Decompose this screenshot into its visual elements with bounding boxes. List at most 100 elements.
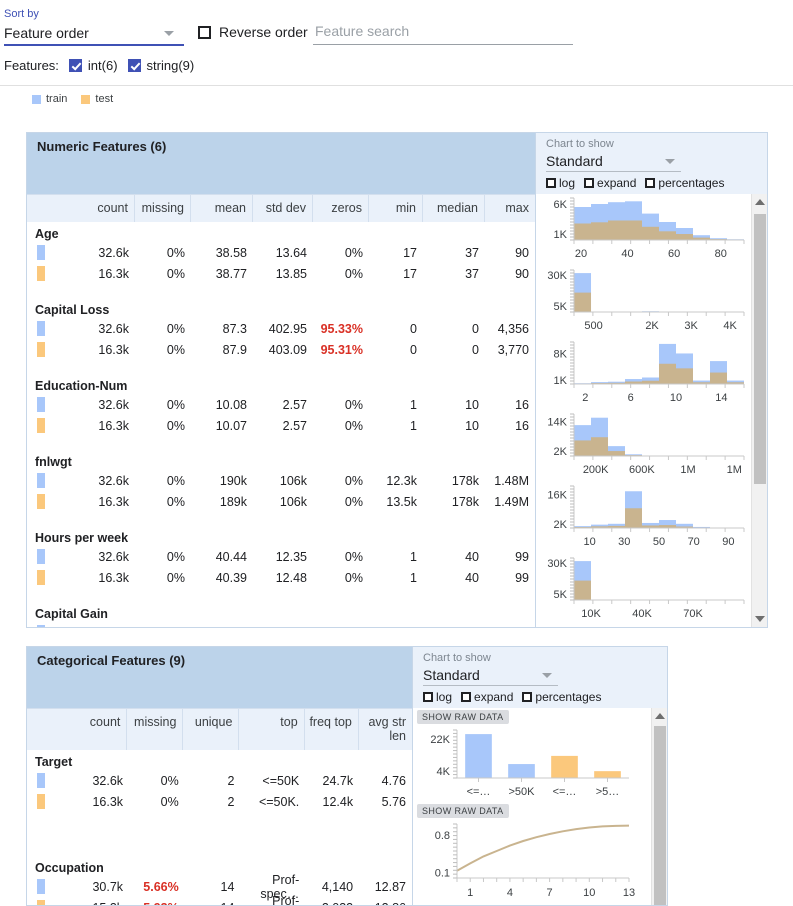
feature-search-field[interactable]: [313, 22, 573, 45]
svg-text:1M: 1M: [727, 464, 742, 476]
scroll-up-arrow-icon[interactable]: [655, 713, 665, 719]
scroll-up-arrow-icon[interactable]: [755, 199, 765, 205]
svg-text:2K: 2K: [645, 320, 659, 332]
cell-median: 10: [423, 419, 485, 433]
cell-min: 1: [369, 398, 423, 412]
numeric-vertical-scrollbar[interactable]: [751, 194, 767, 627]
cell-max: 16: [485, 419, 535, 433]
filter-int-checkbox[interactable]: [69, 59, 82, 72]
numeric-chart-select[interactable]: Standard: [546, 152, 681, 172]
table-row: 32.6k0%40.4412.350%14099: [27, 546, 535, 567]
cell-zeros: 0%: [313, 571, 369, 585]
cell-count: 32.6k: [55, 246, 135, 260]
numeric-col-max: max: [485, 195, 535, 222]
cell-mean: 189k: [191, 495, 253, 509]
numeric-col-std-dev: std dev: [253, 195, 313, 222]
categorical-vertical-scrollbar[interactable]: [651, 708, 667, 905]
filter-string[interactable]: string(9): [128, 58, 195, 73]
chart-target-cat[interactable]: 22K4K<=…>50K<=…>5…: [413, 724, 643, 802]
histogram-capital-loss[interactable]: 30K5K5002K3K4K: [536, 266, 752, 338]
cell-missing: 0%: [135, 398, 191, 412]
cell-count: 32.6k: [55, 626, 135, 628]
cell-min: 0: [369, 626, 423, 628]
svg-text:30K: 30K: [547, 270, 567, 282]
legend-swatch-test-icon: [81, 95, 90, 104]
svg-text:70: 70: [688, 536, 700, 548]
categorical-log-checkbox[interactable]: [423, 692, 433, 702]
histogram-education-num[interactable]: 8K1K261014: [536, 338, 752, 410]
reverse-order-control[interactable]: Reverse order: [198, 24, 308, 40]
svg-text:>5…: >5…: [596, 786, 620, 798]
chart-canvas[interactable]: 22K4K<=…>50K<=…>5…: [413, 724, 651, 802]
cell-mean: 38.77: [191, 267, 253, 281]
histogram-hours-per-week[interactable]: 16K2K1030507090: [536, 482, 752, 554]
chart-canvas[interactable]: 0.80.11471013: [413, 818, 651, 904]
search-input[interactable]: [313, 22, 573, 40]
table-row: 15.3k5.93%14Prof-spec…2,03212.86: [27, 897, 412, 905]
cell-zeros: 95.33%: [313, 322, 369, 336]
chart-occupation-cat[interactable]: 0.80.11471013: [413, 818, 643, 904]
cell-avglen: 12.86: [359, 901, 412, 906]
svg-text:1K: 1K: [554, 229, 568, 241]
row-spacer: [27, 812, 412, 856]
numeric-expand-checkbox[interactable]: [584, 178, 594, 188]
series-swatch-train: [27, 625, 55, 627]
reverse-order-checkbox[interactable]: [198, 26, 211, 39]
show-raw-data-button[interactable]: SHOW RAW DATA: [417, 804, 509, 818]
sort-by-control: Sort by Feature order: [4, 8, 184, 46]
categorical-expand-checkbox[interactable]: [461, 692, 471, 702]
scrollbar-thumb[interactable]: [754, 214, 766, 484]
categorical-col-unique: unique: [183, 709, 239, 750]
histogram-age[interactable]: 6K1K20406080: [536, 194, 752, 266]
svg-text:600K: 600K: [629, 464, 655, 476]
table-row: 16.3k0%189k106k0%13.5k178k1.49M: [27, 491, 535, 512]
numeric-percentages-checkbox[interactable]: [645, 178, 655, 188]
row-spacer: [27, 512, 535, 526]
categorical-chart-controls: Chart to show Standard log expand percen…: [412, 647, 667, 708]
cell-top: <=50K: [240, 774, 305, 788]
categorical-percentages-checkbox[interactable]: [522, 692, 532, 702]
sort-by-select[interactable]: Feature order: [4, 23, 184, 46]
cell-min: 17: [369, 267, 423, 281]
svg-text:8K: 8K: [554, 348, 568, 360]
svg-text:90: 90: [722, 536, 734, 548]
cell-freq: 12.4k: [305, 795, 359, 809]
cell-max: 3,770: [485, 343, 535, 357]
cell-missing: 0%: [135, 419, 191, 433]
cell-count: 32.6k: [55, 550, 135, 564]
cell-zeros: 95.31%: [313, 343, 369, 357]
cell-unique: 2: [185, 795, 241, 809]
series-swatch-train: [27, 549, 55, 564]
svg-text:0.8: 0.8: [435, 830, 450, 842]
filter-int[interactable]: int(6): [69, 58, 118, 73]
numeric-log-checkbox[interactable]: [546, 178, 556, 188]
cell-count: 15.3k: [55, 901, 129, 906]
cell-max: 1.49M: [485, 495, 535, 509]
legend-item-test: test: [81, 93, 113, 105]
categorical-chart-select[interactable]: Standard: [423, 666, 558, 686]
categorical-charts-scroll[interactable]: SHOW RAW DATA22K4K<=…>50K<=…>5…SHOW RAW …: [413, 708, 651, 905]
histogram-fnlwgt[interactable]: 14K2K200K600K1M1M: [536, 410, 752, 482]
numeric-histograms-scroll[interactable]: 6K1K2040608030K5K5002K3K4K8K1K26101414K2…: [536, 194, 751, 627]
categorical-log-label: log: [436, 690, 452, 704]
numeric-feature-name: Education-Num: [27, 374, 535, 394]
row-spacer: [27, 588, 535, 602]
cell-mean: 38.58: [191, 246, 253, 260]
cell-top: <=50K.: [240, 795, 305, 809]
scroll-down-arrow-icon[interactable]: [755, 616, 765, 622]
filter-int-label: int(6): [88, 58, 118, 73]
cell-count: 16.3k: [55, 795, 129, 809]
numeric-col-count: count: [27, 195, 135, 222]
cell-min: 1: [369, 550, 423, 564]
histogram-capital-gain[interactable]: 30K5K10K40K70K: [536, 554, 752, 626]
series-swatch-test: [27, 266, 55, 281]
top-controls-bar: Sort by Feature order Reverse order Feat…: [0, 0, 793, 86]
filter-string-checkbox[interactable]: [128, 59, 141, 72]
numeric-col-mean: mean: [191, 195, 253, 222]
numeric-feature-name: Age: [27, 222, 535, 242]
svg-text:200K: 200K: [583, 464, 609, 476]
cell-std: 13.85: [253, 267, 313, 281]
show-raw-data-button[interactable]: SHOW RAW DATA: [417, 710, 509, 724]
numeric-col-zeros: zeros: [313, 195, 369, 222]
scrollbar-thumb[interactable]: [654, 726, 666, 905]
